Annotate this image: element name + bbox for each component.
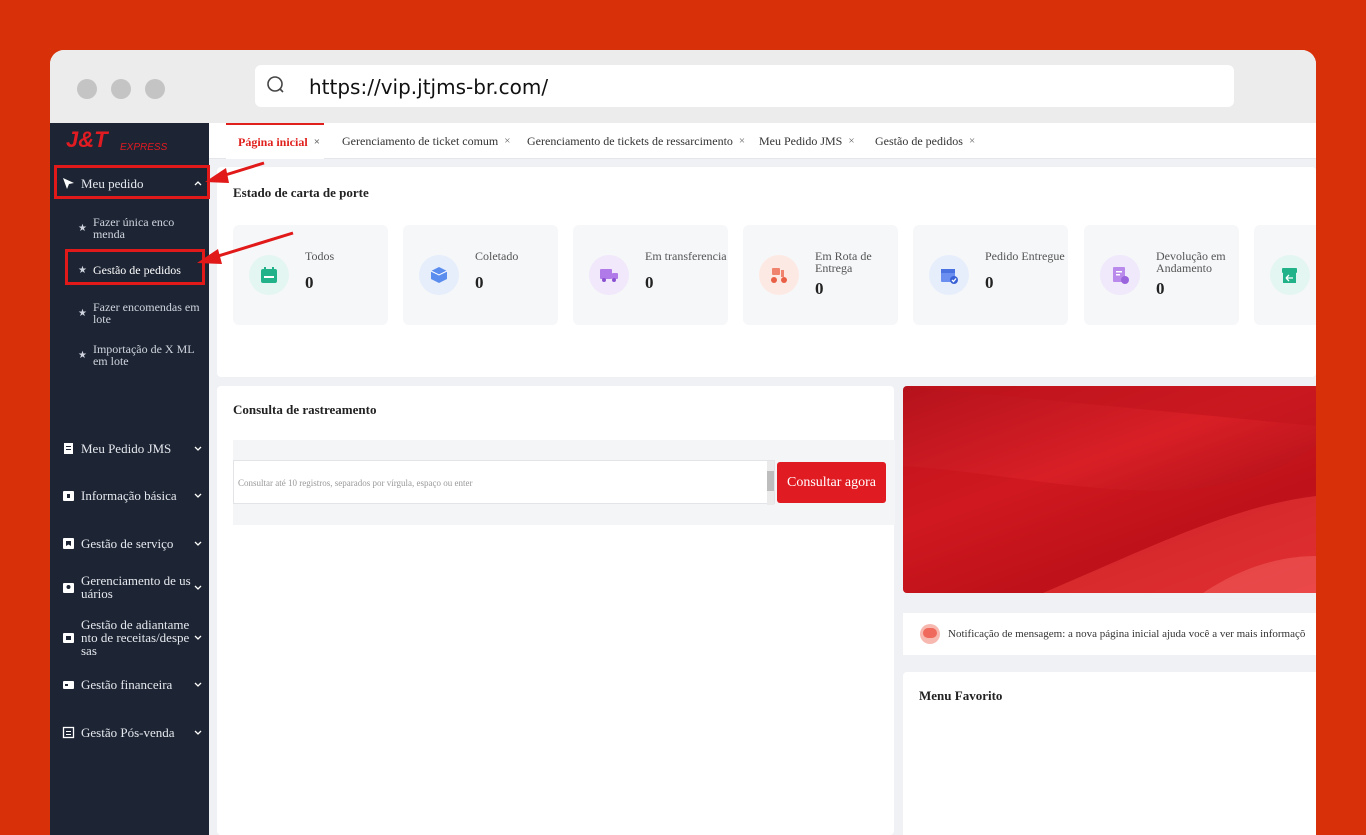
annotation-arrows [197, 161, 294, 264]
